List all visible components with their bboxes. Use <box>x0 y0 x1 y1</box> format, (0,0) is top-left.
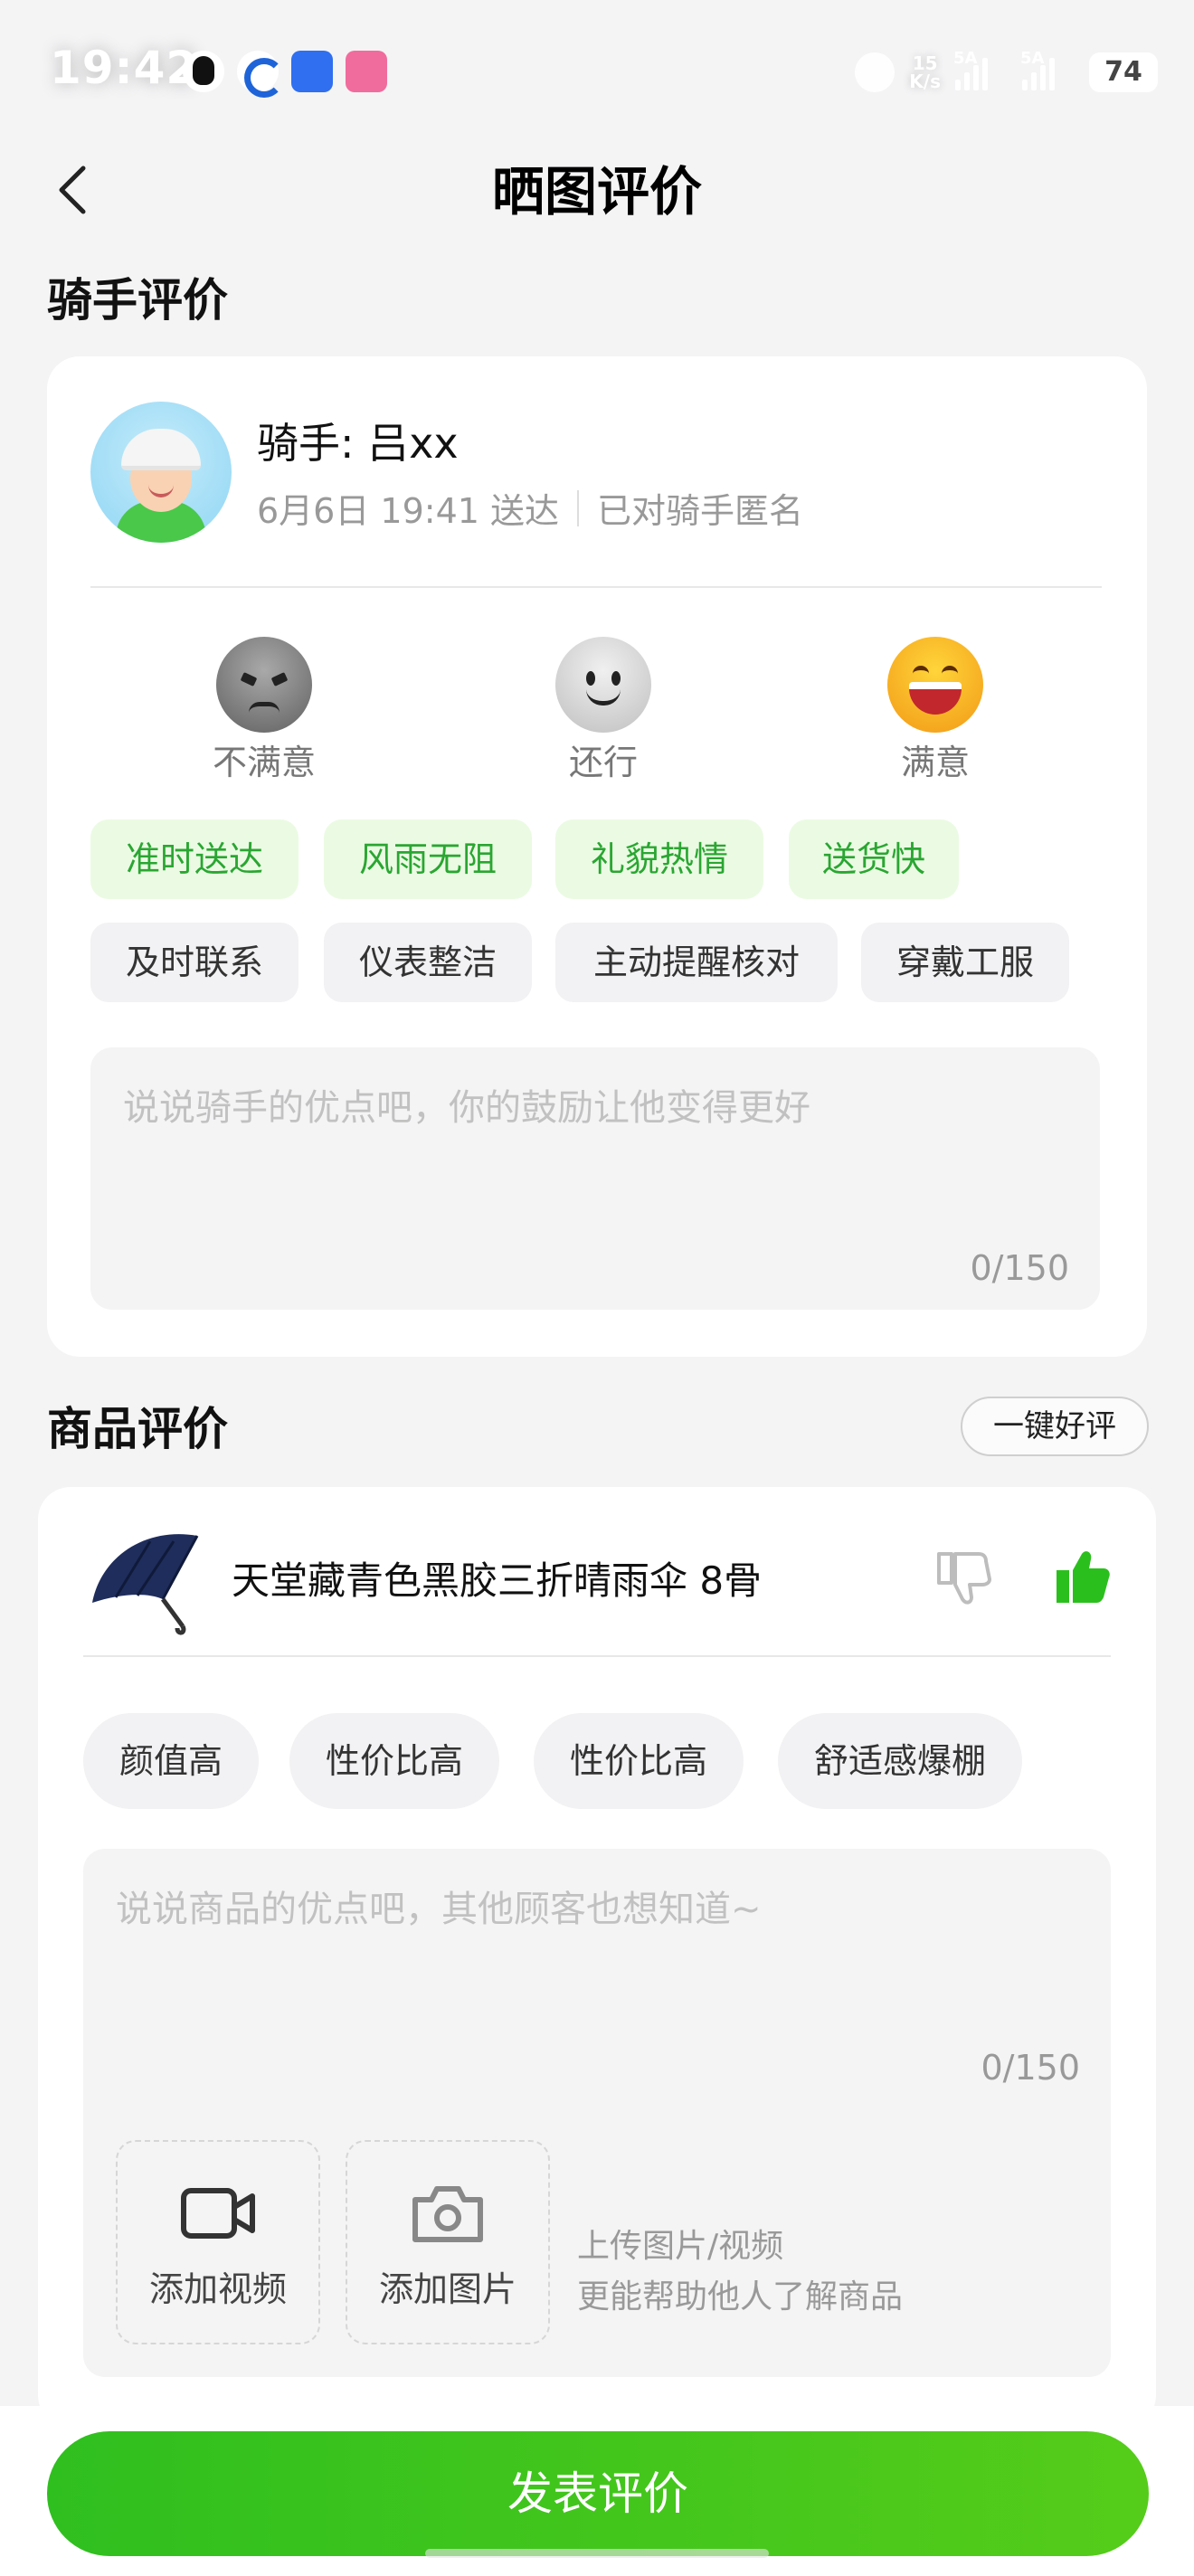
anonymous-status: 已对骑手匿名 <box>597 491 804 531</box>
rider-comment-count: 0/150 <box>970 1248 1069 1288</box>
quick-good-review-button[interactable]: 一键好评 <box>961 1397 1149 1456</box>
status-bar: 19:42 15 K/s 5A 5A 74 <box>0 0 1194 136</box>
rider-meta: 6月6日 19:41 送达 已对骑手匿名 <box>257 483 803 533</box>
rider-review-card: 骑手: 吕xx 6月6日 19:41 送达 已对骑手匿名 不满意 还行 满意 准… <box>47 356 1147 1357</box>
tag-on-time[interactable]: 准时送达 <box>90 819 298 899</box>
product-section-title: 商品评价 <box>47 1403 228 1455</box>
tag-polite[interactable]: 礼貌热情 <box>555 819 763 899</box>
thumbs-up-icon[interactable] <box>1051 1545 1114 1608</box>
bilibili-icon <box>346 51 387 92</box>
thumbs-down-icon[interactable] <box>932 1545 995 1608</box>
rider-section-title: 骑手评价 <box>47 274 228 327</box>
tag-reminder[interactable]: 主动提醒核对 <box>555 923 838 1002</box>
rating-ok[interactable]: 还行 <box>513 637 694 784</box>
network-rate: 15 K/s <box>909 52 941 92</box>
bank-app-icon <box>237 51 284 98</box>
product-comment-count: 0/150 <box>981 2048 1080 2088</box>
signal-icon: 5A <box>1020 49 1075 90</box>
tag-uniform[interactable]: 穿戴工服 <box>861 923 1069 1002</box>
product-review-card: 天堂藏青色黑胶三折晴雨伞 8骨 颜值高 性价比高 性价比高 舒适感爆棚 说说商品… <box>38 1487 1156 2428</box>
rating-unsatisfied[interactable]: 不满意 <box>174 637 355 784</box>
signal-icon: 5A <box>953 49 1008 90</box>
product-tag-comfort[interactable]: 舒适感爆棚 <box>778 1713 1023 1809</box>
neutral-face-icon <box>555 637 651 733</box>
product-comment-input[interactable]: 说说商品的优点吧，其他顾客也想知道~ 0/150 添加视频 添加图片 上传图片/… <box>83 1849 1111 2377</box>
battery-icon: 74 <box>1089 52 1158 92</box>
umbrella-product-image <box>92 1534 199 1635</box>
add-video-button[interactable]: 添加视频 <box>116 2140 320 2344</box>
tag-neat[interactable]: 仪表整洁 <box>324 923 532 1002</box>
voice-app-icon <box>291 51 333 92</box>
rider-comment-input[interactable]: 说说骑手的优点吧，你的鼓励让他变得更好 0/150 <box>90 1047 1100 1310</box>
camera-icon <box>412 2186 483 2242</box>
tag-fast-delivery[interactable]: 送货快 <box>789 819 959 899</box>
upload-hint: 上传图片/视频 更能帮助他人了解商品 <box>577 2228 904 2316</box>
product-tag-value[interactable]: 性价比高 <box>534 1713 744 1809</box>
product-tag-looks[interactable]: 颜值高 <box>83 1713 260 1809</box>
home-indicator <box>425 2549 769 2558</box>
page-title: 晒图评价 <box>491 161 702 223</box>
tag-timely-contact[interactable]: 及时联系 <box>90 923 298 1002</box>
mute-bell-icon <box>855 52 896 92</box>
status-indicators: 15 K/s 5A 5A 74 <box>855 47 1158 98</box>
rating-satisfied[interactable]: 满意 <box>845 637 1026 784</box>
angry-face-icon <box>216 637 312 733</box>
delivery-time: 6月6日 19:41 送达 <box>257 491 560 531</box>
product-tag-value[interactable]: 性价比高 <box>289 1713 500 1809</box>
video-camera-icon <box>181 2188 255 2239</box>
rider-name: 骑手: 吕xx <box>257 419 459 468</box>
divider <box>83 1655 1111 1657</box>
divider <box>90 586 1102 588</box>
product-name: 天堂藏青色黑胶三折晴雨伞 8骨 <box>232 1558 763 1603</box>
rider-avatar <box>90 402 232 543</box>
tag-all-weather[interactable]: 风雨无阻 <box>324 819 532 899</box>
submit-review-button[interactable]: 发表评价 <box>47 2431 1149 2556</box>
add-photo-button[interactable]: 添加图片 <box>346 2140 550 2344</box>
happy-face-icon <box>887 637 983 733</box>
qq-icon <box>183 51 224 92</box>
status-time: 19:42 <box>50 42 199 94</box>
